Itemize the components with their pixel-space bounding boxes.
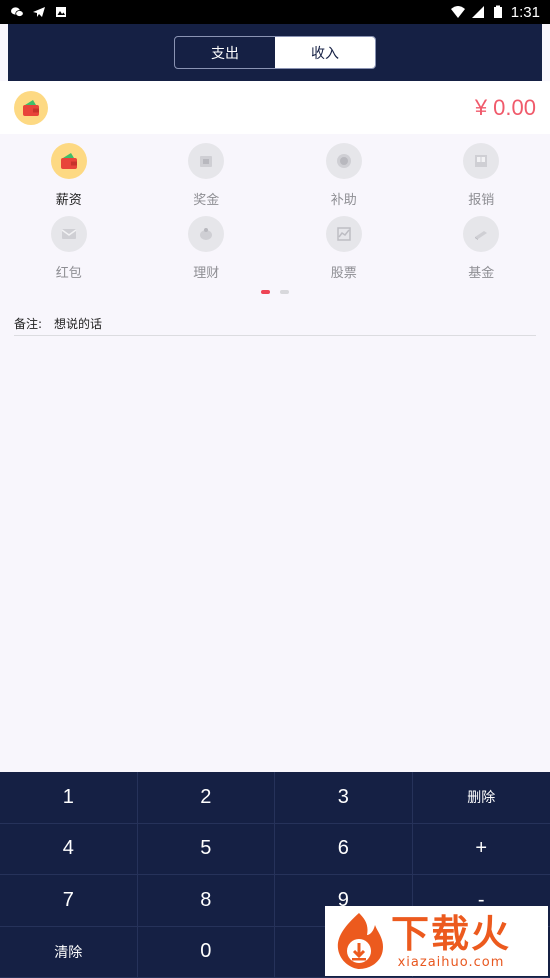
amount-row: ¥ 0.00 [0, 81, 550, 134]
key-3[interactable]: 3 [275, 772, 413, 824]
key-7[interactable]: 7 [0, 875, 138, 927]
type-segmented-control: 支出 收入 [174, 36, 376, 69]
category-label: 奖金 [193, 193, 220, 208]
category-finance[interactable]: 理财 [138, 216, 276, 289]
wallet-icon [60, 153, 77, 169]
red-packet-icon [61, 229, 77, 239]
tab-income[interactable]: 收入 [275, 37, 375, 68]
category-subsidy[interactable]: 补助 [275, 143, 413, 216]
watermark-cn: 下载火 [391, 911, 512, 956]
key-delete[interactable]: 删除 [412, 772, 550, 824]
category-label: 红包 [55, 266, 82, 281]
photo-icon [56, 7, 66, 17]
key-5[interactable]: 5 [137, 823, 275, 875]
amount-display: ¥ 0.00 [474, 95, 536, 120]
battery-icon [493, 5, 502, 18]
key-2[interactable]: 2 [137, 772, 275, 824]
page-dot-active[interactable] [261, 290, 270, 294]
category-label: 股票 [330, 266, 357, 281]
piggy-bank-icon [200, 228, 213, 240]
key-0[interactable]: 0 [137, 926, 275, 978]
tab-expense[interactable]: 支出 [175, 37, 275, 68]
key-4[interactable]: 4 [0, 823, 138, 875]
wechat-icon [11, 7, 24, 17]
stock-chart-icon [337, 227, 351, 241]
key-6[interactable]: 6 [275, 823, 413, 875]
note-row: 备注: [14, 312, 536, 336]
key-clear[interactable]: 清除 [0, 926, 138, 978]
watermark-en: xiazaihuo.com [397, 954, 505, 970]
telegram-icon [33, 7, 45, 17]
category-label: 薪资 [55, 193, 82, 208]
category-label: 理财 [193, 266, 220, 281]
category-fund[interactable]: 基金 [413, 216, 550, 289]
header: 支出 收入 [8, 24, 542, 81]
status-time: 1:31 [510, 3, 540, 21]
key-1[interactable]: 1 [0, 772, 138, 824]
category-bonus[interactable]: 奖金 [138, 143, 276, 216]
wallet-icon [23, 100, 39, 116]
wifi-icon [450, 6, 465, 18]
category-salary[interactable]: 薪资 [0, 143, 138, 216]
category-grid: 薪资 奖金 补助 报销 红包 理财 股票 基金 [0, 143, 550, 289]
status-bar: 1:31 [0, 0, 550, 24]
coin-icon [336, 154, 351, 168]
note-label: 备注: [14, 317, 43, 331]
watermark: 下载火 xiazaihuo.com [325, 906, 548, 976]
signal-icon [471, 6, 484, 18]
gold-bar-icon [475, 231, 488, 240]
bonus-icon [200, 156, 213, 167]
flame-logo-icon [337, 913, 383, 969]
note-input[interactable] [54, 316, 455, 331]
key-plus[interactable]: + [412, 824, 550, 875]
category-stocks[interactable]: 股票 [275, 216, 413, 289]
category-label: 报销 [468, 193, 495, 208]
page-indicator [0, 290, 550, 294]
category-label: 基金 [468, 266, 495, 281]
receipt-icon [475, 155, 488, 167]
category-label: 补助 [330, 193, 357, 208]
page-dot[interactable] [280, 290, 289, 294]
key-8[interactable]: 8 [137, 875, 275, 927]
category-red-packet[interactable]: 红包 [0, 216, 138, 289]
selected-category-icon [14, 91, 48, 125]
category-reimbursement[interactable]: 报销 [413, 143, 550, 216]
